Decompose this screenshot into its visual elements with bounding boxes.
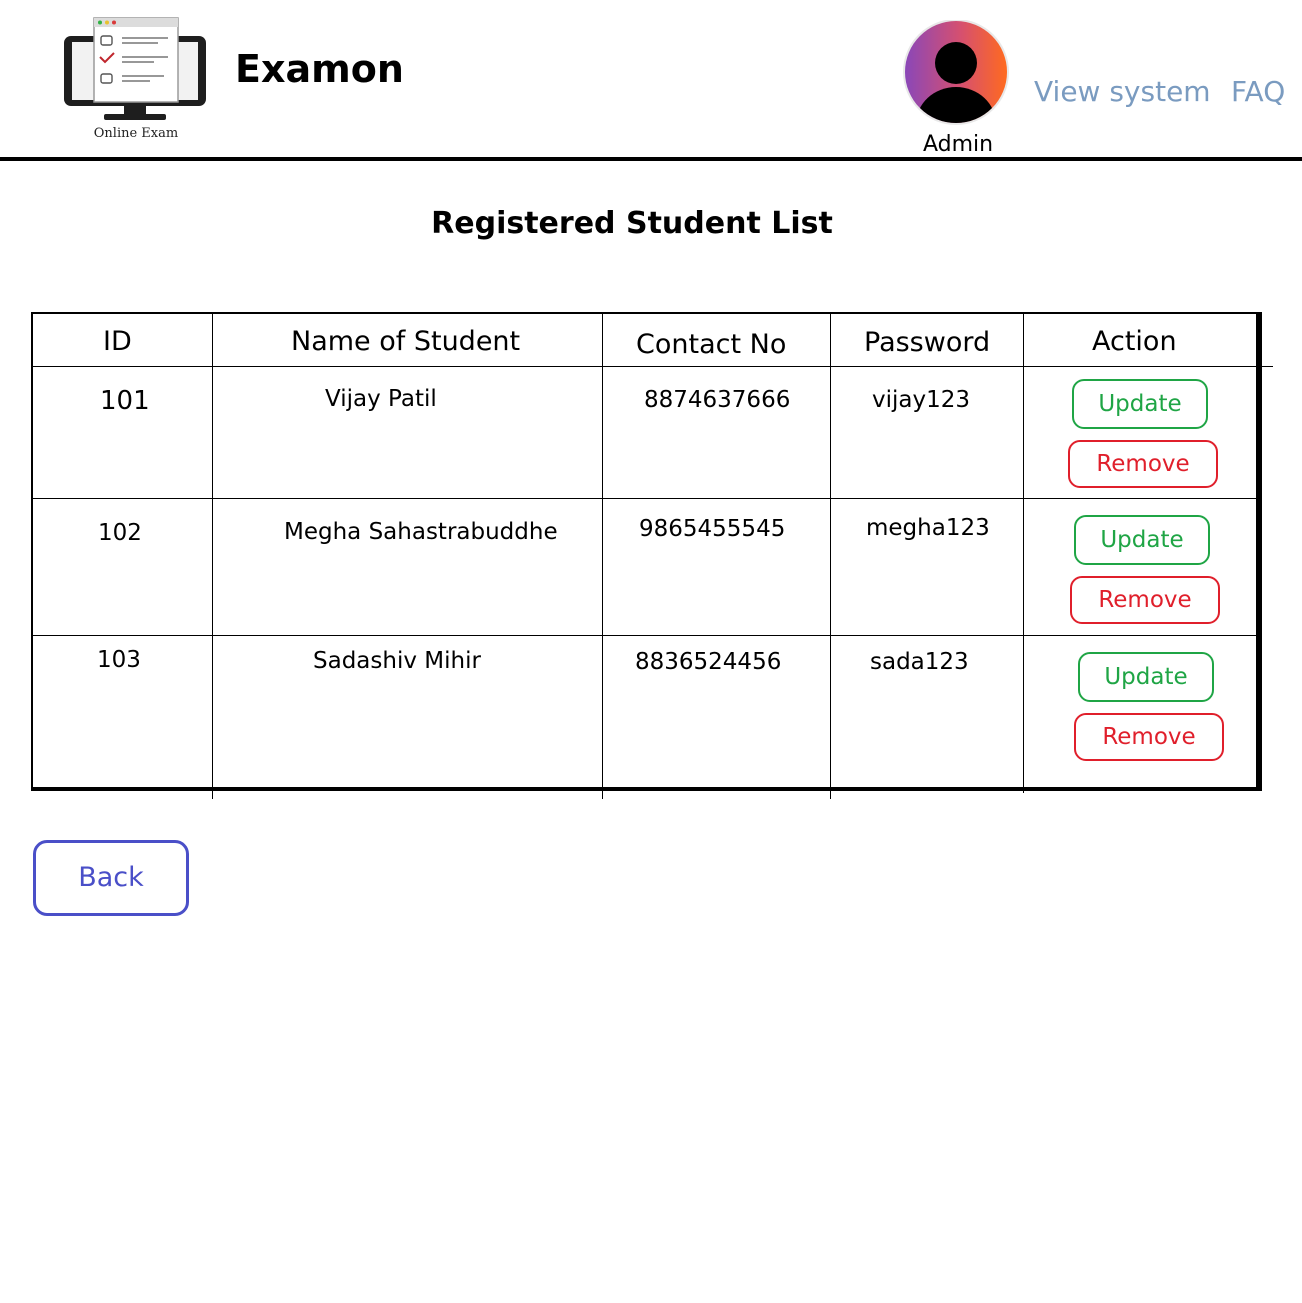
- cell-name: Megha Sahastrabuddhe: [284, 519, 558, 545]
- update-button[interactable]: Update: [1074, 515, 1210, 565]
- update-button[interactable]: Update: [1072, 379, 1208, 429]
- header-divider: [0, 157, 1302, 161]
- header-action: Action: [1092, 326, 1177, 357]
- column-divider: [212, 314, 213, 799]
- cell-password: vijay123: [872, 387, 970, 413]
- cell-password: sada123: [870, 649, 969, 675]
- nav-faq-link[interactable]: FAQ: [1231, 74, 1285, 110]
- cell-name: Sadashiv Mihir: [313, 648, 481, 674]
- user-avatar-icon: [903, 19, 1009, 125]
- row-divider: [33, 635, 1256, 636]
- cell-contact: 8874637666: [644, 387, 791, 413]
- header-password: Password: [864, 327, 991, 358]
- header: Online Exam Examon Admin View system FAQ: [0, 0, 1302, 158]
- header-id: ID: [103, 326, 132, 357]
- column-divider: [1023, 314, 1024, 793]
- logo-caption: Online Exam: [93, 126, 179, 141]
- remove-button[interactable]: Remove: [1070, 576, 1220, 624]
- app-title: Examon: [235, 47, 404, 91]
- update-button[interactable]: Update: [1078, 652, 1214, 702]
- cell-contact: 9865455545: [639, 516, 786, 542]
- remove-button[interactable]: Remove: [1074, 713, 1224, 761]
- cell-id: 103: [97, 647, 141, 673]
- header-contact: Contact No: [636, 329, 787, 360]
- remove-button[interactable]: Remove: [1068, 440, 1218, 488]
- cell-id: 102: [98, 520, 142, 546]
- student-table: ID Name of Student Contact No Password A…: [31, 312, 1273, 799]
- app-logo[interactable]: Online Exam: [58, 14, 214, 144]
- row-divider: [33, 498, 1256, 499]
- column-divider: [830, 314, 831, 799]
- cell-password: megha123: [866, 515, 990, 541]
- cell-id: 101: [100, 386, 150, 416]
- column-divider: [602, 314, 603, 799]
- computer-checklist-icon: [64, 17, 206, 120]
- header-name: Name of Student: [291, 326, 521, 357]
- admin-profile[interactable]: Admin: [898, 19, 1016, 160]
- page-title: Registered Student List: [431, 206, 833, 241]
- row-divider: [33, 366, 1273, 367]
- cell-name: Vijay Patil: [325, 386, 437, 412]
- admin-label: Admin: [922, 132, 994, 157]
- back-button[interactable]: Back: [33, 840, 189, 916]
- nav-view-system-link[interactable]: View system: [1034, 74, 1211, 110]
- cell-contact: 8836524456: [635, 649, 782, 675]
